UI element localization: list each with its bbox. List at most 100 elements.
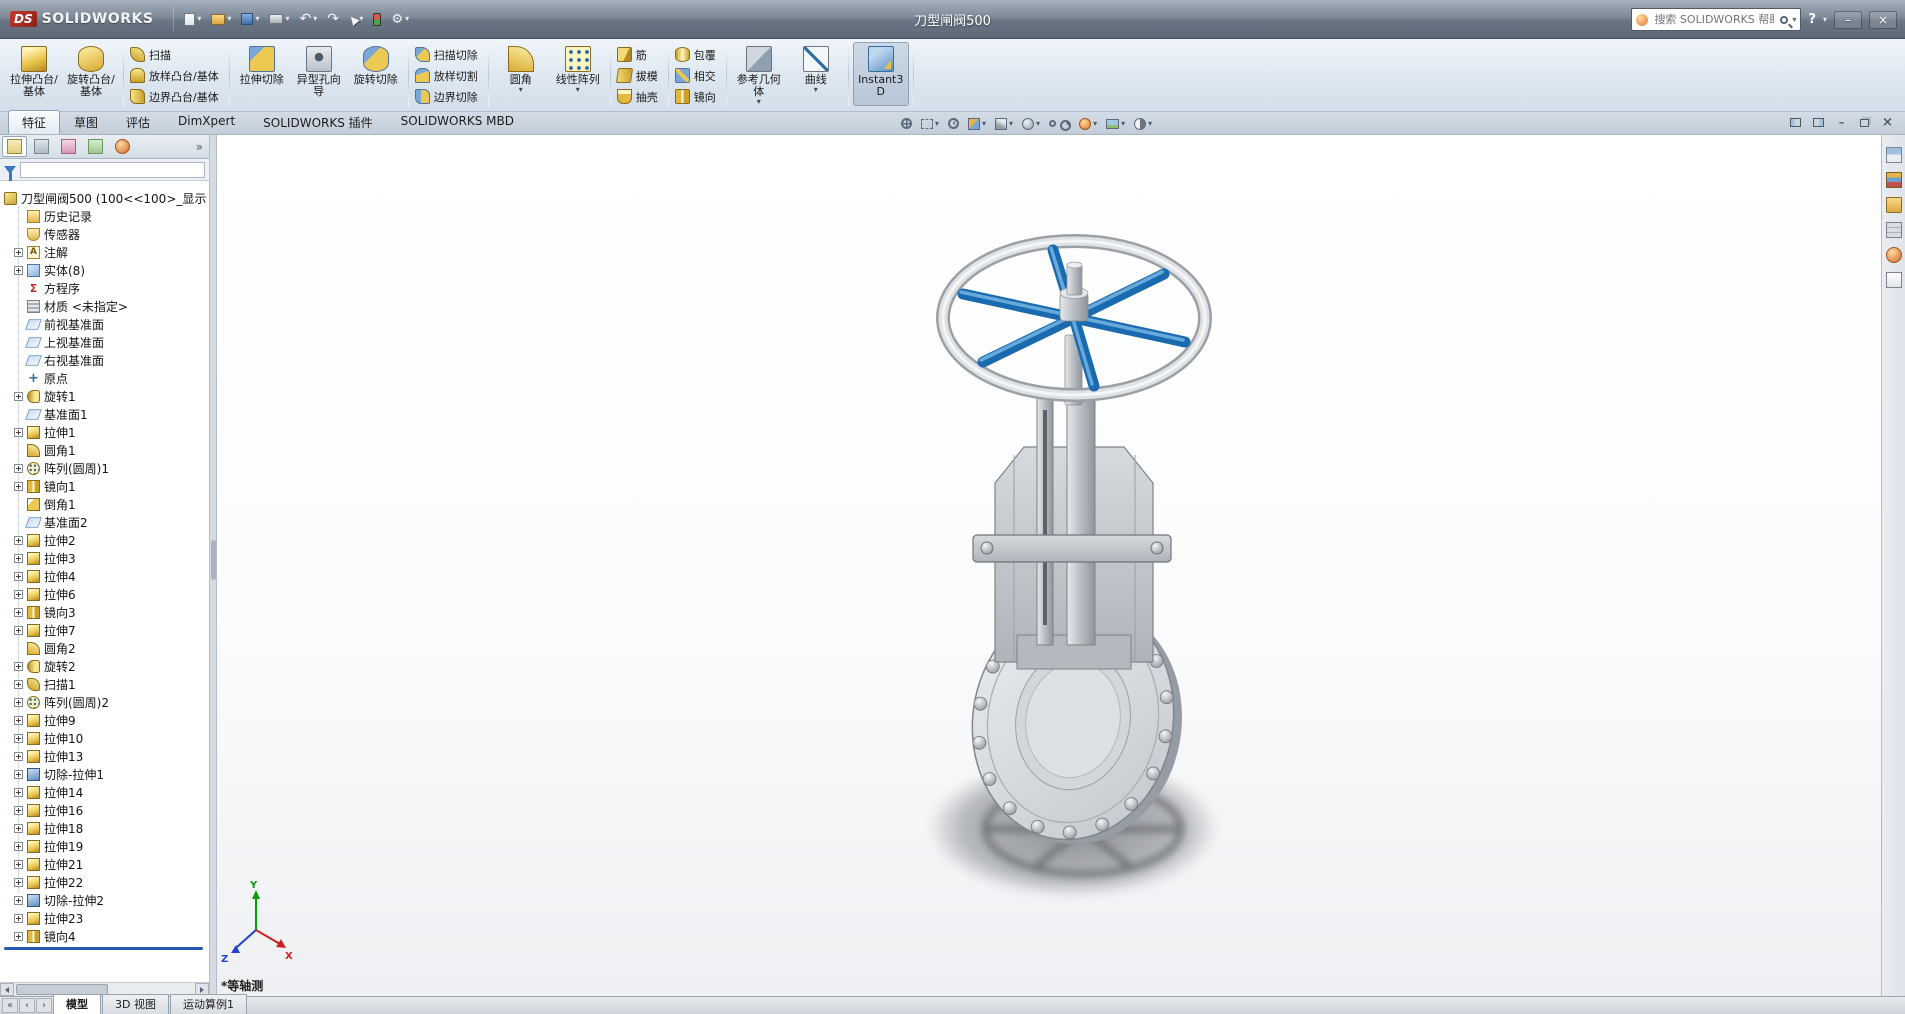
ribbon-button-cut-revolve[interactable]: 旋转切除 bbox=[348, 42, 404, 106]
dropdown-caret-icon[interactable]: ▾ bbox=[285, 15, 289, 23]
qat-undo-button[interactable]: ▾ bbox=[295, 7, 321, 31]
doc-tab-nav-1[interactable]: ‹ bbox=[19, 998, 35, 1013]
tree-item-21[interactable]: 拉伸6 bbox=[0, 585, 209, 603]
tab-ribbon-3[interactable]: DimXpert bbox=[164, 110, 249, 134]
ribbon-button-fillet[interactable]: 圆角▾ bbox=[493, 42, 549, 106]
expander-plus-icon[interactable] bbox=[14, 806, 23, 815]
tree-item-24[interactable]: 圆角2 bbox=[0, 639, 209, 657]
task-pane-appearances-button[interactable] bbox=[1884, 245, 1904, 265]
tree-item-0[interactable]: 历史记录 bbox=[0, 207, 209, 225]
expander-plus-icon[interactable] bbox=[14, 536, 23, 545]
expander-plus-icon[interactable] bbox=[14, 266, 23, 275]
ribbon-button-revolve-boss[interactable]: 旋转凸台/基体 bbox=[63, 42, 119, 106]
doc-tab-nav-0[interactable]: « bbox=[2, 998, 18, 1013]
close-button[interactable]: × bbox=[1869, 11, 1897, 29]
ribbon-button-loft[interactable]: 放样凸台/基体 bbox=[128, 65, 225, 86]
tree-item-27[interactable]: 阵列(圆周)2 bbox=[0, 693, 209, 711]
view-tool-edit-appearance-button[interactable]: ▾ bbox=[1076, 114, 1100, 133]
tree-item-39[interactable]: 拉伸23 bbox=[0, 909, 209, 927]
panel-tabs-overflow-icon[interactable]: » bbox=[192, 140, 207, 154]
splitter-handle[interactable] bbox=[211, 540, 216, 580]
ribbon-button-sweep[interactable]: 扫描 bbox=[128, 44, 177, 65]
view-tool-zoom-fit-button[interactable] bbox=[898, 114, 915, 133]
tab-features[interactable]: 特征 bbox=[8, 110, 60, 134]
doc-tab-1[interactable]: 3D 视图 bbox=[102, 994, 169, 1014]
expander-plus-icon[interactable] bbox=[14, 788, 23, 797]
doc-tab-2[interactable]: 运动算例1 bbox=[170, 994, 247, 1014]
tree-item-30[interactable]: 拉伸13 bbox=[0, 747, 209, 765]
view-tool-previous-view-button[interactable] bbox=[945, 114, 962, 133]
expander-plus-icon[interactable] bbox=[14, 716, 23, 725]
tree-item-4[interactable]: 方程序 bbox=[0, 279, 209, 297]
minimize-button[interactable]: – bbox=[1834, 11, 1862, 29]
ribbon-button-hole-wizard[interactable]: 异型孔向导 bbox=[291, 42, 347, 106]
panel-tab-featuremanager[interactable] bbox=[2, 136, 27, 157]
tree-item-31[interactable]: 切除-拉伸1 bbox=[0, 765, 209, 783]
tree-item-37[interactable]: 拉伸22 bbox=[0, 873, 209, 891]
tree-item-20[interactable]: 拉伸4 bbox=[0, 567, 209, 585]
tree-item-8[interactable]: 右视基准面 bbox=[0, 351, 209, 369]
tree-item-16[interactable]: 倒角1 bbox=[0, 495, 209, 513]
ribbon-button-mirror[interactable]: 镜向 bbox=[673, 86, 722, 107]
scroll-left-arrow-icon[interactable] bbox=[0, 983, 14, 996]
dropdown-caret-icon[interactable]: ▾ bbox=[227, 15, 231, 23]
doc-minimize-button[interactable] bbox=[1832, 115, 1851, 130]
ribbon-button-cut-boundary[interactable]: 边界切除 bbox=[413, 86, 484, 107]
task-pane-file-explorer-button[interactable] bbox=[1884, 195, 1904, 215]
help-button[interactable]: ? bbox=[1808, 12, 1816, 27]
expander-plus-icon[interactable] bbox=[14, 392, 23, 401]
ribbon-button-draft[interactable]: 拔模 bbox=[615, 65, 664, 86]
panel-tab-propertymanager[interactable] bbox=[29, 136, 54, 157]
expander-plus-icon[interactable] bbox=[14, 608, 23, 617]
qat-select-button[interactable]: ▾ bbox=[345, 7, 367, 31]
ribbon-button-ref-geometry[interactable]: 参考几何体▾ bbox=[731, 42, 787, 108]
tree-item-40[interactable]: 镜向4 bbox=[0, 927, 209, 945]
dropdown-caret-icon[interactable]: ▾ bbox=[757, 98, 761, 106]
doc-close-button[interactable] bbox=[1878, 115, 1897, 130]
ribbon-button-extrude-boss[interactable]: 拉伸凸台/基体 bbox=[6, 42, 62, 106]
panel-tab-dimxpertmanager[interactable] bbox=[83, 136, 108, 157]
task-pane-custom-properties-button[interactable] bbox=[1884, 270, 1904, 290]
tab-ribbon-4[interactable]: SOLIDWORKS 插件 bbox=[249, 110, 386, 134]
tree-item-23[interactable]: 拉伸7 bbox=[0, 621, 209, 639]
dropdown-caret-icon[interactable]: ▾ bbox=[1009, 120, 1013, 128]
expander-plus-icon[interactable] bbox=[14, 860, 23, 869]
expander-plus-icon[interactable] bbox=[14, 770, 23, 779]
expander-plus-icon[interactable] bbox=[14, 734, 23, 743]
expander-plus-icon[interactable] bbox=[14, 752, 23, 761]
filter-funnel-icon[interactable] bbox=[4, 166, 16, 174]
dropdown-caret-icon[interactable]: ▾ bbox=[935, 120, 939, 128]
expander-plus-icon[interactable] bbox=[14, 626, 23, 635]
tree-item-12[interactable]: 拉伸1 bbox=[0, 423, 209, 441]
expander-plus-icon[interactable] bbox=[14, 572, 23, 581]
tree-item-1[interactable]: 传感器 bbox=[0, 225, 209, 243]
ribbon-button-shell[interactable]: 抽壳 bbox=[615, 86, 664, 107]
dropdown-caret-icon[interactable]: ▾ bbox=[519, 86, 523, 94]
tree-item-9[interactable]: 原点 bbox=[0, 369, 209, 387]
qat-redo-button[interactable] bbox=[323, 7, 343, 31]
handwheel[interactable] bbox=[943, 241, 1205, 405]
dropdown-caret-icon[interactable]: ▾ bbox=[576, 86, 580, 94]
ribbon-button-intersect[interactable]: 相交 bbox=[673, 65, 722, 86]
expander-plus-icon[interactable] bbox=[14, 914, 23, 923]
tree-item-11[interactable]: 基准面1 bbox=[0, 405, 209, 423]
expander-plus-icon[interactable] bbox=[14, 680, 23, 689]
expander-plus-icon[interactable] bbox=[14, 896, 23, 905]
expander-plus-icon[interactable] bbox=[14, 482, 23, 491]
help-caret-icon[interactable]: ▾ bbox=[1823, 16, 1827, 24]
expander-plus-icon[interactable] bbox=[14, 878, 23, 887]
doc-pane-right-button[interactable] bbox=[1809, 115, 1828, 130]
dropdown-caret-icon[interactable]: ▾ bbox=[1093, 120, 1097, 128]
ribbon-button-cut-extrude[interactable]: 拉伸切除 bbox=[234, 42, 290, 106]
tree-item-38[interactable]: 切除-拉伸2 bbox=[0, 891, 209, 909]
tree-item-36[interactable]: 拉伸21 bbox=[0, 855, 209, 873]
qat-print-button[interactable]: ▾ bbox=[265, 7, 293, 31]
tab-ribbon-2[interactable]: 评估 bbox=[112, 110, 164, 134]
search-caret-icon[interactable]: ▾ bbox=[1792, 16, 1796, 24]
tree-filter-input[interactable] bbox=[20, 162, 205, 178]
tree-root-item[interactable]: 刀型闸阀500 (100<<100>_显示 bbox=[0, 189, 209, 207]
dropdown-caret-icon[interactable]: ▾ bbox=[313, 15, 317, 23]
tree-item-32[interactable]: 拉伸14 bbox=[0, 783, 209, 801]
tab-ribbon-1[interactable]: 草图 bbox=[60, 110, 112, 134]
expander-plus-icon[interactable] bbox=[14, 554, 23, 563]
